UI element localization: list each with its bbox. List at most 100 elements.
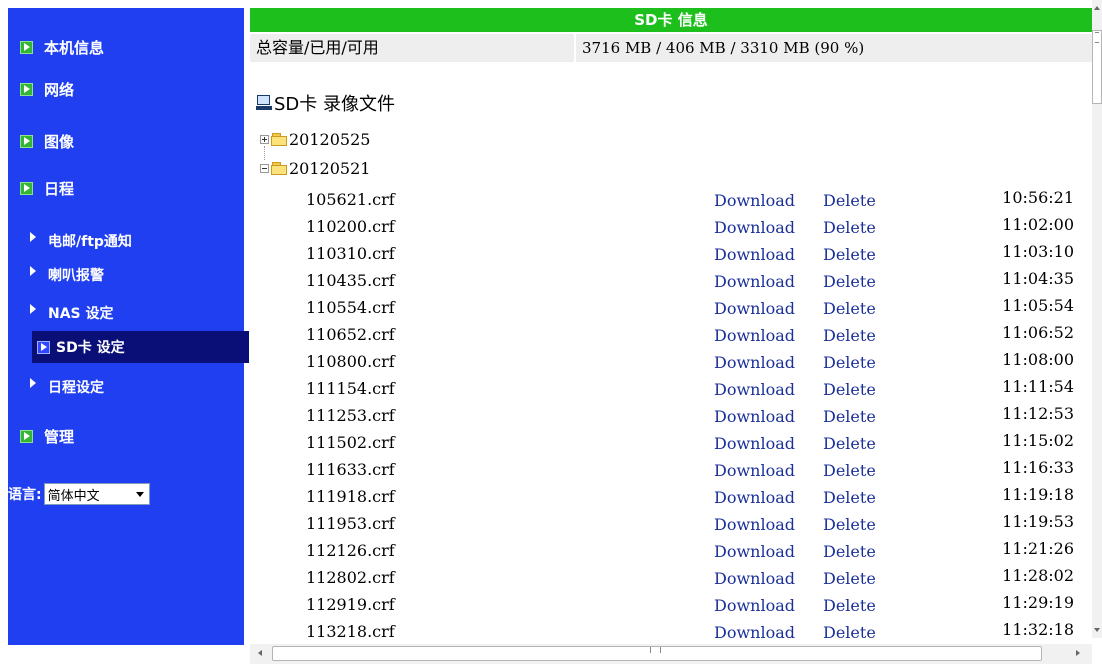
sidebar-subitem-label: SD卡 设定 [56, 340, 125, 356]
scroll-right-icon[interactable] [1076, 650, 1080, 656]
delete-link[interactable]: Delete [823, 623, 876, 638]
file-name: 112126.crf [306, 541, 395, 560]
file-time: 11:05:54 [1002, 296, 1074, 315]
play-bullet-icon [20, 134, 33, 148]
language-label: 语言: [8, 487, 42, 503]
delete-link[interactable]: Delete [823, 596, 876, 615]
download-link[interactable]: Download [714, 272, 795, 291]
horizontal-scrollbar[interactable] [250, 644, 1092, 664]
grip-icon [1095, 32, 1099, 43]
delete-link[interactable]: Delete [823, 542, 876, 561]
download-link[interactable]: Download [714, 488, 795, 507]
sidebar-item-label: 本机信息 [44, 38, 105, 57]
file-name: 110800.crf [306, 352, 395, 371]
file-name: 105621.crf [306, 190, 395, 209]
download-link[interactable]: Download [714, 380, 795, 399]
sidebar-subitem-speaker-alarm[interactable]: 喇叭报警 [30, 264, 104, 286]
scroll-up-icon[interactable] [1094, 6, 1100, 10]
sidebar-item-device-info[interactable]: 本机信息 [20, 35, 104, 59]
file-row: 112126.crf Download Delete 11:21:26 [250, 537, 1092, 564]
delete-link[interactable]: Delete [823, 407, 876, 426]
delete-link[interactable]: Delete [823, 461, 876, 480]
sidebar-subitem-schedule-settings[interactable]: 日程设定 [30, 376, 104, 398]
download-link[interactable]: Download [714, 218, 795, 237]
files-title-label: SD卡 录像文件 [274, 94, 396, 115]
scroll-down-icon[interactable] [1094, 628, 1100, 632]
collapse-minus-icon[interactable] [260, 164, 269, 173]
delete-link[interactable]: Delete [823, 191, 876, 210]
file-name: 110554.crf [306, 298, 395, 317]
play-bullet-icon [20, 82, 33, 96]
expand-plus-icon[interactable] [260, 135, 269, 144]
file-name: 111154.crf [306, 379, 395, 398]
download-link[interactable]: Download [714, 434, 795, 453]
file-name: 110200.crf [306, 217, 395, 236]
main-content: SD卡 信息 总容量/已用/可用 3716 MB / 406 MB / 3310… [250, 8, 1092, 638]
file-name: 111918.crf [306, 487, 395, 506]
sidebar-item-admin[interactable]: 管理 [20, 424, 74, 448]
sidebar-item-schedule[interactable]: 日程 [20, 176, 74, 200]
sidebar-subitem-label: 日程设定 [48, 380, 104, 396]
files-title: SD卡 录像文件 [256, 90, 395, 116]
file-row: 110435.crf Download Delete 11:04:35 [250, 267, 1092, 294]
sidebar-subitem-nas[interactable]: NAS 设定 [30, 302, 114, 324]
scroll-left-icon[interactable] [258, 650, 262, 656]
download-link[interactable]: Download [714, 326, 795, 345]
delete-link[interactable]: Delete [823, 569, 876, 588]
play-bullet-icon [20, 40, 33, 54]
folder-icon [271, 162, 287, 175]
download-link[interactable]: Download [714, 461, 795, 480]
sidebar-subitem-sd-card[interactable]: SD卡 设定 [32, 331, 249, 363]
download-link[interactable]: Download [714, 353, 795, 372]
file-row: 113218.crf Download Delete 11:32:18 [250, 618, 1092, 638]
drive-icon [256, 95, 272, 111]
folder-row[interactable]: 20120521 [260, 159, 370, 178]
sidebar-item-image[interactable]: 图像 [20, 129, 74, 153]
delete-link[interactable]: Delete [823, 326, 876, 345]
download-link[interactable]: Download [714, 569, 795, 588]
delete-link[interactable]: Delete [823, 218, 876, 237]
file-time: 11:04:35 [1002, 269, 1074, 288]
download-link[interactable]: Download [714, 407, 795, 426]
file-time: 11:32:18 [1002, 620, 1074, 638]
file-row: 110310.crf Download Delete 11:03:10 [250, 240, 1092, 267]
delete-link[interactable]: Delete [823, 515, 876, 534]
sidebar-item-label: 日程 [44, 179, 75, 198]
file-time: 10:56:21 [1002, 188, 1074, 207]
download-link[interactable]: Download [714, 299, 795, 318]
sidebar-subitem-email-ftp[interactable]: 电邮/ftp通知 [30, 230, 132, 252]
file-row: 105621.crf Download Delete 10:56:21 [250, 186, 1092, 213]
vertical-scrollbar[interactable] [1092, 0, 1102, 638]
sidebar-item-network[interactable]: 网络 [20, 77, 74, 101]
delete-link[interactable]: Delete [823, 245, 876, 264]
delete-link[interactable]: Delete [823, 380, 876, 399]
delete-link[interactable]: Delete [823, 272, 876, 291]
sidebar: 本机信息 网络 图像 日程 电邮/ftp通知 喇叭报警 NAS 设定 SD卡 设… [8, 8, 249, 645]
sidebar-item-label: 管理 [44, 427, 75, 446]
delete-link[interactable]: Delete [823, 353, 876, 372]
file-name: 112919.crf [306, 595, 395, 614]
file-row: 111502.crf Download Delete 11:15:02 [250, 429, 1092, 456]
download-link[interactable]: Download [714, 596, 795, 615]
download-link[interactable]: Download [714, 623, 795, 638]
download-link[interactable]: Download [714, 245, 795, 264]
arrow-right-icon [30, 304, 36, 314]
delete-link[interactable]: Delete [823, 434, 876, 453]
capacity-row: 总容量/已用/可用 3716 MB / 406 MB / 3310 MB (90… [250, 34, 1092, 62]
arrow-right-icon [30, 378, 36, 388]
sidebar-subitem-label: 电邮/ftp通知 [48, 234, 132, 250]
download-link[interactable]: Download [714, 515, 795, 534]
delete-link[interactable]: Delete [823, 299, 876, 318]
file-time: 11:02:00 [1002, 215, 1074, 234]
language-select[interactable]: 简体中文 [43, 483, 150, 505]
folder-row[interactable]: 20120525 [260, 130, 370, 149]
file-row: 110652.crf Download Delete 11:06:52 [250, 321, 1092, 348]
folder-icon [271, 133, 287, 146]
grip-icon [650, 647, 661, 653]
download-link[interactable]: Download [714, 191, 795, 210]
file-time: 11:15:02 [1002, 431, 1074, 450]
delete-link[interactable]: Delete [823, 488, 876, 507]
file-name: 110652.crf [306, 325, 395, 344]
arrow-right-icon [30, 232, 36, 242]
download-link[interactable]: Download [714, 542, 795, 561]
